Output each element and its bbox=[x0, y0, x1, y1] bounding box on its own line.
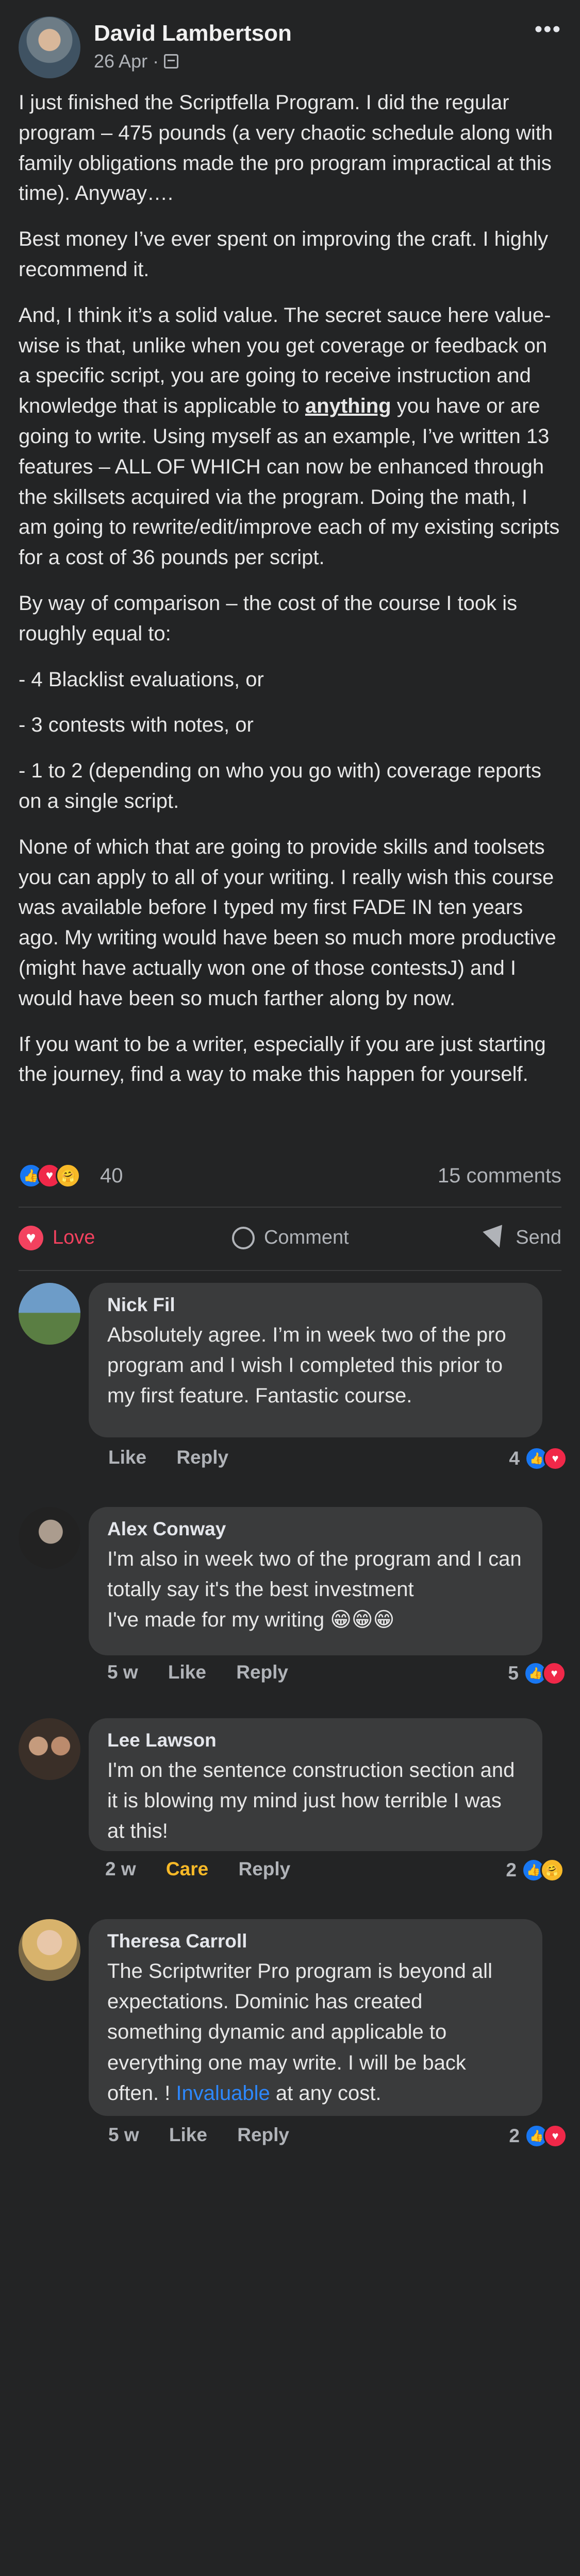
avatar[interactable] bbox=[19, 1283, 80, 1345]
post-body: I just finished the Scriptfella Program.… bbox=[19, 88, 561, 1105]
comment-bubble: Nick Fil Absolutely agree. I’m in week t… bbox=[89, 1283, 542, 1437]
comment-actions: 5 w Like Reply 5 👍 ♥ bbox=[107, 1662, 566, 1690]
comment-link[interactable]: Invaluable bbox=[176, 2082, 270, 2105]
comment-reaction-summary[interactable]: 2 👍 ♥ bbox=[509, 2124, 567, 2148]
heart-icon bbox=[19, 1225, 43, 1250]
commenter-name[interactable]: Nick Fil bbox=[107, 1294, 522, 1316]
comment-text: The Scriptwriter Pro program is beyond a… bbox=[107, 1956, 522, 2109]
comment-bubble: Lee Lawson I'm on the sentence construct… bbox=[89, 1718, 542, 1851]
post-paragraph: - 3 contests with notes, or bbox=[19, 714, 254, 737]
post-header: David Lambertson 26 Apr · ••• bbox=[19, 16, 561, 78]
post-paragraph: I just finished the Scriptfella Program.… bbox=[19, 91, 553, 205]
send-button[interactable]: Send bbox=[483, 1224, 561, 1251]
comment-text-line: I've made for my writing 😁😁😁 bbox=[107, 1608, 395, 1632]
comment-actions: 2 w Care Reply 2 👍 🤗 bbox=[105, 1858, 564, 1887]
comment-bubble: Theresa Carroll The Scriptwriter Pro pro… bbox=[89, 1919, 542, 2116]
post-paragraph: - 4 Blacklist evaluations, or bbox=[19, 668, 264, 691]
comment-reply-button[interactable]: Reply bbox=[236, 1662, 288, 1683]
comment-alex-conway: Alex Conway I'm also in week two of the … bbox=[19, 1507, 566, 1692]
love-label: Love bbox=[53, 1227, 95, 1248]
calendar-icon bbox=[164, 54, 179, 69]
post-actions: Love Comment Send bbox=[19, 1211, 561, 1265]
author-avatar[interactable] bbox=[19, 16, 80, 78]
comment-reply-button[interactable]: Reply bbox=[176, 1447, 228, 1468]
comment-reaction-count: 4 bbox=[509, 1448, 520, 1469]
commenter-name[interactable]: Lee Lawson bbox=[107, 1730, 522, 1751]
comment-care-button[interactable]: Care bbox=[166, 1858, 208, 1879]
comment-like-button[interactable]: Like bbox=[108, 1447, 146, 1468]
comments-count[interactable]: 15 comments bbox=[438, 1164, 561, 1188]
meta-separator: · bbox=[153, 50, 159, 72]
love-icon: ♥ bbox=[542, 1662, 566, 1685]
post-paragraph: If you want to be a writer, especially i… bbox=[19, 1032, 546, 1086]
comment-time: 5 w bbox=[107, 1662, 138, 1683]
send-label: Send bbox=[516, 1227, 561, 1248]
commenter-name[interactable]: Alex Conway bbox=[107, 1518, 522, 1540]
comment-text: Absolutely agree. I’m in week two of the… bbox=[107, 1324, 506, 1408]
comment-bubble: Alex Conway I'm also in week two of the … bbox=[89, 1507, 542, 1655]
comment-like-button[interactable]: Like bbox=[169, 2124, 207, 2145]
comment-reply-button[interactable]: Reply bbox=[237, 2124, 289, 2145]
comment-reaction-count: 2 bbox=[509, 2125, 520, 2146]
reaction-count[interactable]: 40 bbox=[100, 1164, 123, 1188]
comment-reaction-summary[interactable]: 2 👍 🤗 bbox=[506, 1858, 564, 1882]
post-paragraph: By way of comparison – the cost of the c… bbox=[19, 591, 518, 645]
author-name[interactable]: David Lambertson bbox=[94, 21, 292, 46]
post-paragraph: And, I think it’s a solid value. The sec… bbox=[19, 300, 561, 573]
comment-like-button[interactable]: Like bbox=[168, 1662, 206, 1683]
post-paragraph: - 1 to 2 (depending on who you go with) … bbox=[19, 759, 541, 812]
emphasized-word: anything bbox=[305, 395, 391, 418]
reaction-icons: 👍 ♥ 🤗 bbox=[19, 1163, 80, 1188]
comment-reaction-summary[interactable]: 4 👍 ♥ bbox=[509, 1447, 567, 1470]
comment-time: 5 w bbox=[108, 2124, 139, 2145]
post-paragraph: None of which that are going to provide … bbox=[19, 835, 556, 1010]
comment-label: Comment bbox=[263, 1227, 349, 1248]
comment-text-part: at any cost. bbox=[270, 2081, 382, 2105]
love-icon: ♥ bbox=[543, 1447, 567, 1470]
more-icon[interactable]: ••• bbox=[535, 16, 561, 42]
comment-nick-fil: Nick Fil Absolutely agree. I’m in week t… bbox=[19, 1283, 567, 1470]
care-icon: 🤗 bbox=[540, 1858, 564, 1882]
post-paragraph: Best money I’ve ever spent on improving … bbox=[19, 228, 549, 281]
divider bbox=[19, 1270, 561, 1271]
comment-lee-lawson: Lee Lawson I'm on the sentence construct… bbox=[19, 1718, 564, 1904]
reaction-summary[interactable]: 👍 ♥ 🤗 40 15 comments bbox=[19, 1159, 561, 1195]
care-icon: 🤗 bbox=[56, 1163, 80, 1188]
comment-text: I'm also in week two of the program and … bbox=[107, 1544, 522, 1636]
comment-actions: Like Reply 4 👍 ♥ bbox=[108, 1447, 567, 1476]
comment-button[interactable]: Comment bbox=[231, 1226, 349, 1249]
post-date[interactable]: 26 Apr bbox=[94, 50, 147, 72]
comment-actions: 5 w Like Reply 2 👍 ♥ bbox=[108, 2124, 567, 2153]
comment-time: 2 w bbox=[105, 1858, 136, 1879]
comment-icon bbox=[231, 1226, 255, 1249]
commenter-name[interactable]: Theresa Carroll bbox=[107, 1930, 522, 1952]
post-paragraph-text: you have or are going to write. Using my… bbox=[19, 395, 560, 569]
comment-reaction-count: 5 bbox=[508, 1663, 519, 1684]
avatar[interactable] bbox=[19, 1507, 80, 1569]
post-meta: 26 Apr · bbox=[94, 50, 179, 72]
send-icon bbox=[483, 1224, 509, 1251]
comment-reply-button[interactable]: Reply bbox=[238, 1858, 290, 1879]
comment-text: I'm on the sentence construction section… bbox=[107, 1759, 515, 1843]
love-icon: ♥ bbox=[543, 2124, 567, 2148]
comment-text-line: I'm also in week two of the program and … bbox=[107, 1548, 522, 1601]
love-button[interactable]: Love bbox=[19, 1225, 95, 1250]
comment-reaction-count: 2 bbox=[506, 1859, 517, 1880]
avatar[interactable] bbox=[19, 1718, 80, 1780]
avatar[interactable] bbox=[19, 1919, 80, 1981]
comment-reaction-summary[interactable]: 5 👍 ♥ bbox=[508, 1662, 566, 1685]
divider bbox=[19, 1207, 561, 1208]
comment-theresa-carroll: Theresa Carroll The Scriptwriter Pro pro… bbox=[19, 1919, 567, 2156]
